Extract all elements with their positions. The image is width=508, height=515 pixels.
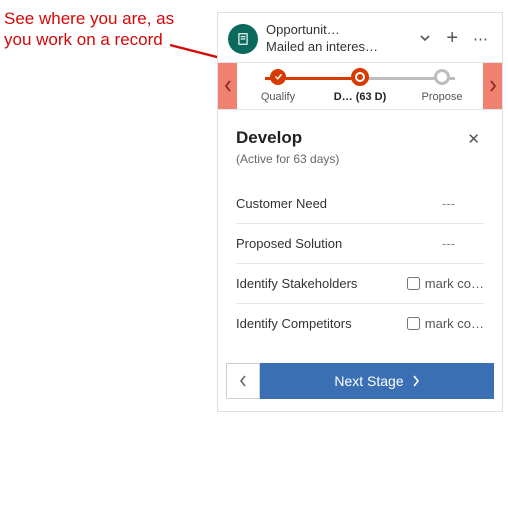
field-value: --- bbox=[442, 196, 484, 211]
field-customer-need[interactable]: Customer Need --- bbox=[236, 184, 484, 224]
stage-label: Qualify bbox=[261, 91, 295, 103]
field-proposed-solution[interactable]: Proposed Solution --- bbox=[236, 224, 484, 264]
prev-stage-button[interactable] bbox=[226, 363, 260, 399]
annotation-text: See where you are, as you work on a reco… bbox=[4, 8, 204, 51]
next-stage-label: Next Stage bbox=[334, 373, 403, 389]
field-label: Identify Stakeholders bbox=[236, 276, 407, 291]
stage-detail: Develop ✕ (Active for 63 days) Customer … bbox=[218, 110, 502, 357]
process-stages: Qualify D… (63 D) Propose bbox=[218, 62, 502, 110]
record-header: Opportunit… Mailed an interes… + ⋯ bbox=[218, 13, 502, 62]
field-checkbox[interactable]: mark co… bbox=[407, 316, 484, 331]
record-header-text: Opportunit… Mailed an interes… bbox=[266, 22, 408, 56]
stages-scroll-next[interactable] bbox=[483, 63, 502, 109]
record-panel: Opportunit… Mailed an interes… + ⋯ Quali… bbox=[217, 12, 503, 412]
stage-label: D… (63 D) bbox=[334, 91, 387, 103]
field-identify-competitors[interactable]: Identify Competitors mark co… bbox=[236, 304, 484, 343]
checkbox-label: mark co… bbox=[425, 316, 484, 331]
stage-label: Propose bbox=[422, 91, 463, 103]
mark-complete-checkbox[interactable] bbox=[407, 277, 420, 290]
stage-future-icon bbox=[434, 69, 450, 85]
stage-current-icon bbox=[351, 68, 369, 86]
record-subtitle: Mailed an interes… bbox=[266, 39, 408, 56]
mark-complete-checkbox[interactable] bbox=[407, 317, 420, 330]
close-icon[interactable]: ✕ bbox=[463, 128, 484, 150]
stages-scroll-prev[interactable] bbox=[218, 63, 237, 109]
field-value: --- bbox=[442, 236, 484, 251]
expand-dropdown-icon[interactable] bbox=[416, 31, 434, 47]
field-label: Identify Competitors bbox=[236, 316, 407, 331]
checkbox-label: mark co… bbox=[425, 276, 484, 291]
field-label: Proposed Solution bbox=[236, 236, 442, 251]
chevron-right-icon bbox=[412, 375, 420, 387]
field-checkbox[interactable]: mark co… bbox=[407, 276, 484, 291]
stage-propose[interactable]: Propose bbox=[401, 63, 483, 103]
chevron-left-icon bbox=[239, 375, 247, 387]
next-stage-button[interactable]: Next Stage bbox=[260, 363, 494, 399]
stage-detail-subtitle: (Active for 63 days) bbox=[236, 152, 484, 166]
record-title: Opportunit… bbox=[266, 22, 408, 39]
more-actions-icon[interactable]: ⋯ bbox=[470, 30, 492, 48]
add-button[interactable]: + bbox=[442, 27, 462, 50]
stage-qualify[interactable]: Qualify bbox=[237, 63, 319, 103]
stages-track: Qualify D… (63 D) Propose bbox=[237, 63, 483, 109]
stage-complete-icon bbox=[270, 69, 286, 85]
field-label: Customer Need bbox=[236, 196, 442, 211]
field-identify-stakeholders[interactable]: Identify Stakeholders mark co… bbox=[236, 264, 484, 304]
stage-footer: Next Stage bbox=[226, 363, 494, 399]
stage-develop[interactable]: D… (63 D) bbox=[319, 63, 401, 103]
entity-icon bbox=[228, 24, 258, 54]
stage-detail-title: Develop bbox=[236, 128, 302, 148]
